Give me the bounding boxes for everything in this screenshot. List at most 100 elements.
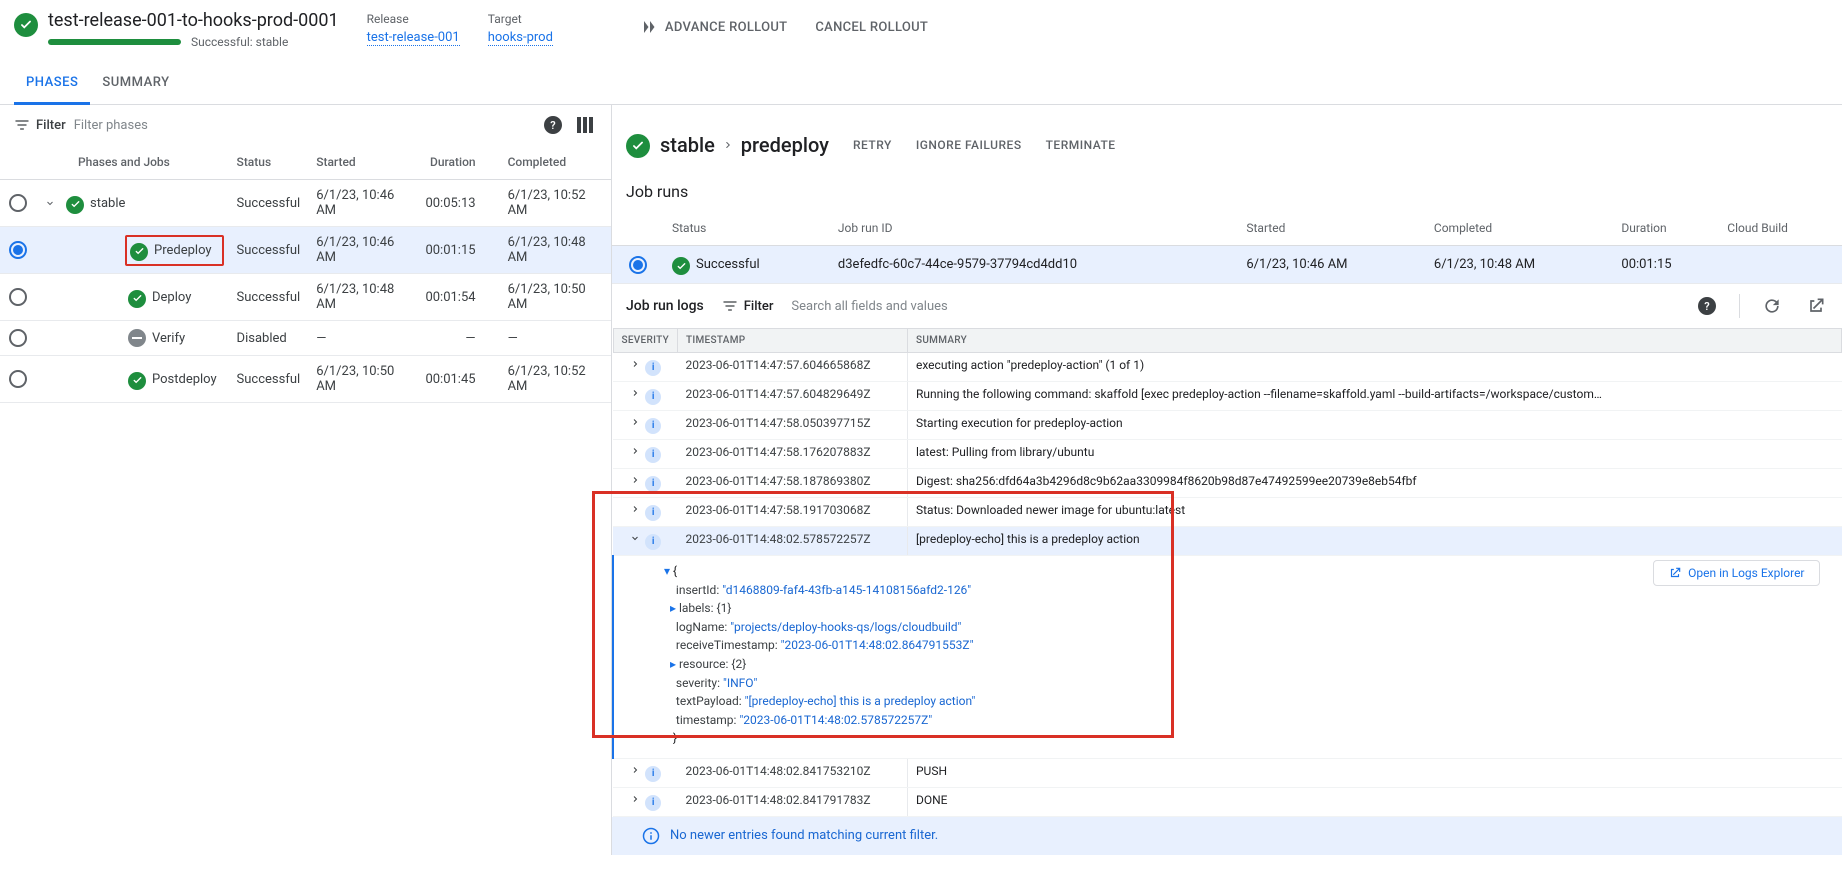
log-row[interactable]: i2023-06-01T14:47:57.604829649ZRunning t… xyxy=(613,382,1842,411)
filter-input[interactable] xyxy=(74,118,300,133)
cancel-rollout-button[interactable]: CANCEL ROLLOUT xyxy=(815,20,928,35)
phase-radio[interactable] xyxy=(9,194,27,212)
jr-col-id: Job run ID xyxy=(830,211,1238,246)
phase-radio[interactable] xyxy=(9,329,27,347)
severity-info-icon: i xyxy=(645,766,661,782)
jr-col-started: Started xyxy=(1238,211,1426,246)
log-timestamp: 2023-06-01T14:48:02.841753210Z xyxy=(677,758,907,787)
phase-status: Disabled xyxy=(229,321,309,356)
target-link[interactable]: hooks-prod xyxy=(488,30,553,46)
chevron-right-icon[interactable] xyxy=(629,764,641,776)
tab-summary[interactable]: SUMMARY xyxy=(90,63,181,104)
tab-phases[interactable]: PHASES xyxy=(14,63,90,105)
ignore-failures-button[interactable]: IGNORE FAILURES xyxy=(916,138,1022,152)
log-filter-label: Filter xyxy=(744,299,774,314)
release-link[interactable]: test-release-001 xyxy=(367,30,460,46)
chevron-down-icon[interactable] xyxy=(629,532,641,544)
severity-info-icon: i xyxy=(645,418,661,434)
phase-radio[interactable] xyxy=(9,241,27,259)
log-row[interactable]: i2023-06-01T14:47:57.604665868Zexecuting… xyxy=(613,353,1842,382)
success-icon xyxy=(128,290,146,308)
log-row[interactable]: i2023-06-01T14:47:58.187869380ZDigest: s… xyxy=(613,469,1842,498)
phase-started: — xyxy=(308,321,417,356)
severity-info-icon: i xyxy=(645,476,661,492)
job-status-icon xyxy=(626,134,650,158)
columns-icon[interactable] xyxy=(573,113,597,137)
col-completed: Completed xyxy=(500,145,611,180)
log-help-icon[interactable]: ? xyxy=(1695,294,1719,318)
log-timestamp: 2023-06-01T14:47:58.187869380Z xyxy=(677,469,907,498)
filter-button[interactable]: Filter xyxy=(14,117,66,133)
log-row[interactable]: i2023-06-01T14:47:58.050397715ZStarting … xyxy=(613,411,1842,440)
phase-radio[interactable] xyxy=(9,288,27,306)
phase-completed: 6/1/23, 10:52 AM xyxy=(500,356,611,403)
phase-status: Successful xyxy=(229,227,309,274)
jr-duration: 00:01:15 xyxy=(1613,246,1719,284)
info-icon xyxy=(642,827,660,845)
open-logs-explorer-button[interactable]: Open in Logs Explorer xyxy=(1653,560,1819,586)
chevron-right-icon[interactable] xyxy=(629,503,641,515)
log-row[interactable]: i2023-06-01T14:47:58.176207883Zlatest: P… xyxy=(613,440,1842,469)
log-row[interactable]: i2023-06-01T14:47:58.191703068ZStatus: D… xyxy=(613,498,1842,527)
chevron-right-icon[interactable] xyxy=(629,793,641,805)
job-runs-title: Job runs xyxy=(612,168,1842,211)
phase-name: stable xyxy=(90,196,125,211)
phase-name: Deploy xyxy=(152,290,191,305)
phase-started: 6/1/23, 10:46 AM xyxy=(308,227,417,274)
jr-col-completed: Completed xyxy=(1426,211,1614,246)
col-status: Status xyxy=(229,145,309,180)
jr-col-duration: Duration xyxy=(1613,211,1719,246)
chevron-right-icon[interactable] xyxy=(629,416,641,428)
disabled-icon xyxy=(128,329,146,347)
phase-completed: 6/1/23, 10:48 AM xyxy=(500,227,611,274)
crumb-phase: stable xyxy=(660,133,715,157)
log-title: Job run logs xyxy=(626,298,704,314)
refresh-icon[interactable] xyxy=(1760,294,1784,318)
phase-row[interactable]: stableSuccessful6/1/23, 10:46 AM00:05:13… xyxy=(0,180,611,227)
log-summary: executing action "predeploy-action" (1 o… xyxy=(907,353,1841,382)
log-filter-button[interactable]: Filter xyxy=(722,298,774,314)
log-row[interactable]: i2023-06-01T14:48:02.841753210ZPUSH xyxy=(613,758,1842,787)
log-timestamp: 2023-06-01T14:47:57.604665868Z xyxy=(677,353,907,382)
chevron-right-icon[interactable] xyxy=(629,387,641,399)
phase-status: Successful xyxy=(229,180,309,227)
phase-duration: 00:01:45 xyxy=(417,356,499,403)
phase-row[interactable]: VerifyDisabled——— xyxy=(0,321,611,356)
log-row[interactable]: i2023-06-01T14:48:02.578572257Z[predeplo… xyxy=(613,527,1842,556)
phase-duration: 00:01:15 xyxy=(417,227,499,274)
col-name: Phases and Jobs xyxy=(36,145,229,180)
job-run-row[interactable]: Successful d3efedfc-60c7-44ce-9579-37794… xyxy=(612,246,1842,284)
target-label: Target xyxy=(488,12,553,26)
jr-col-status: Status xyxy=(664,211,830,246)
jr-started: 6/1/23, 10:46 AM xyxy=(1238,246,1426,284)
retry-button[interactable]: RETRY xyxy=(853,138,892,152)
no-entries-text: No newer entries found matching current … xyxy=(670,828,938,843)
help-icon[interactable]: ? xyxy=(541,113,565,137)
job-run-radio[interactable] xyxy=(629,256,647,274)
phase-completed: 6/1/23, 10:52 AM xyxy=(500,180,611,227)
phase-duration: — xyxy=(417,321,499,356)
phase-row[interactable]: DeploySuccessful6/1/23, 10:48 AM00:01:54… xyxy=(0,274,611,321)
log-summary: [predeploy-echo] this is a predeploy act… xyxy=(907,527,1841,556)
phase-row[interactable]: PostdeploySuccessful6/1/23, 10:50 AM00:0… xyxy=(0,356,611,403)
phase-status: Successful xyxy=(229,274,309,321)
log-summary: Starting execution for predeploy-action xyxy=(907,411,1841,440)
log-col-timestamp: TIMESTAMP xyxy=(677,329,907,353)
terminate-button[interactable]: TERMINATE xyxy=(1046,138,1116,152)
phase-row[interactable]: Predeploy Successful6/1/23, 10:46 AM00:01… xyxy=(0,227,611,274)
chevron-right-icon[interactable] xyxy=(629,445,641,457)
chevron-right-icon[interactable] xyxy=(629,474,641,486)
phase-radio[interactable] xyxy=(9,370,27,388)
phase-name: Predeploy xyxy=(154,243,212,258)
breadcrumb: stable predeploy xyxy=(660,133,829,157)
phase-started: 6/1/23, 10:48 AM xyxy=(308,274,417,321)
phase-status: Successful xyxy=(229,356,309,403)
chevron-right-icon[interactable] xyxy=(629,358,641,370)
tabs: PHASES SUMMARY xyxy=(0,63,1842,105)
log-row[interactable]: i2023-06-01T14:48:02.841791783ZDONE xyxy=(613,787,1842,816)
open-external-icon[interactable] xyxy=(1804,294,1828,318)
log-search-input[interactable] xyxy=(791,299,1677,314)
chevron-down-icon[interactable] xyxy=(44,197,56,209)
advance-rollout-button[interactable]: ADVANCE ROLLOUT xyxy=(641,18,787,36)
phase-duration: 00:05:13 xyxy=(417,180,499,227)
